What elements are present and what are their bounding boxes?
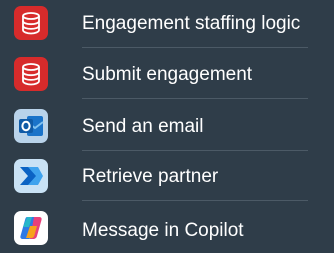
database-icon (14, 57, 48, 91)
divider (82, 47, 308, 48)
action-list: Engagement staffing logic Submit engagem… (0, 0, 334, 247)
database-icon (14, 6, 48, 40)
action-item-retrieve-partner[interactable]: Retrieve partner (0, 153, 334, 201)
action-label: Message in Copilot (82, 220, 244, 241)
action-item-engagement-staffing-logic[interactable]: Engagement staffing logic (0, 0, 334, 48)
action-item-submit-engagement[interactable]: Submit engagement (0, 51, 334, 99)
action-label: Retrieve partner (82, 166, 219, 187)
action-label: Send an email (82, 116, 204, 137)
power-automate-icon (14, 159, 48, 193)
divider (82, 98, 308, 99)
divider (82, 200, 308, 201)
outlook-icon (14, 109, 48, 143)
divider (82, 150, 308, 151)
action-item-send-an-email[interactable]: Send an email (0, 103, 334, 151)
copilot-icon (14, 211, 48, 245)
action-label: Submit engagement (82, 64, 253, 85)
action-label: Engagement staffing logic (82, 13, 301, 34)
action-item-message-in-copilot[interactable]: Message in Copilot (0, 205, 334, 253)
